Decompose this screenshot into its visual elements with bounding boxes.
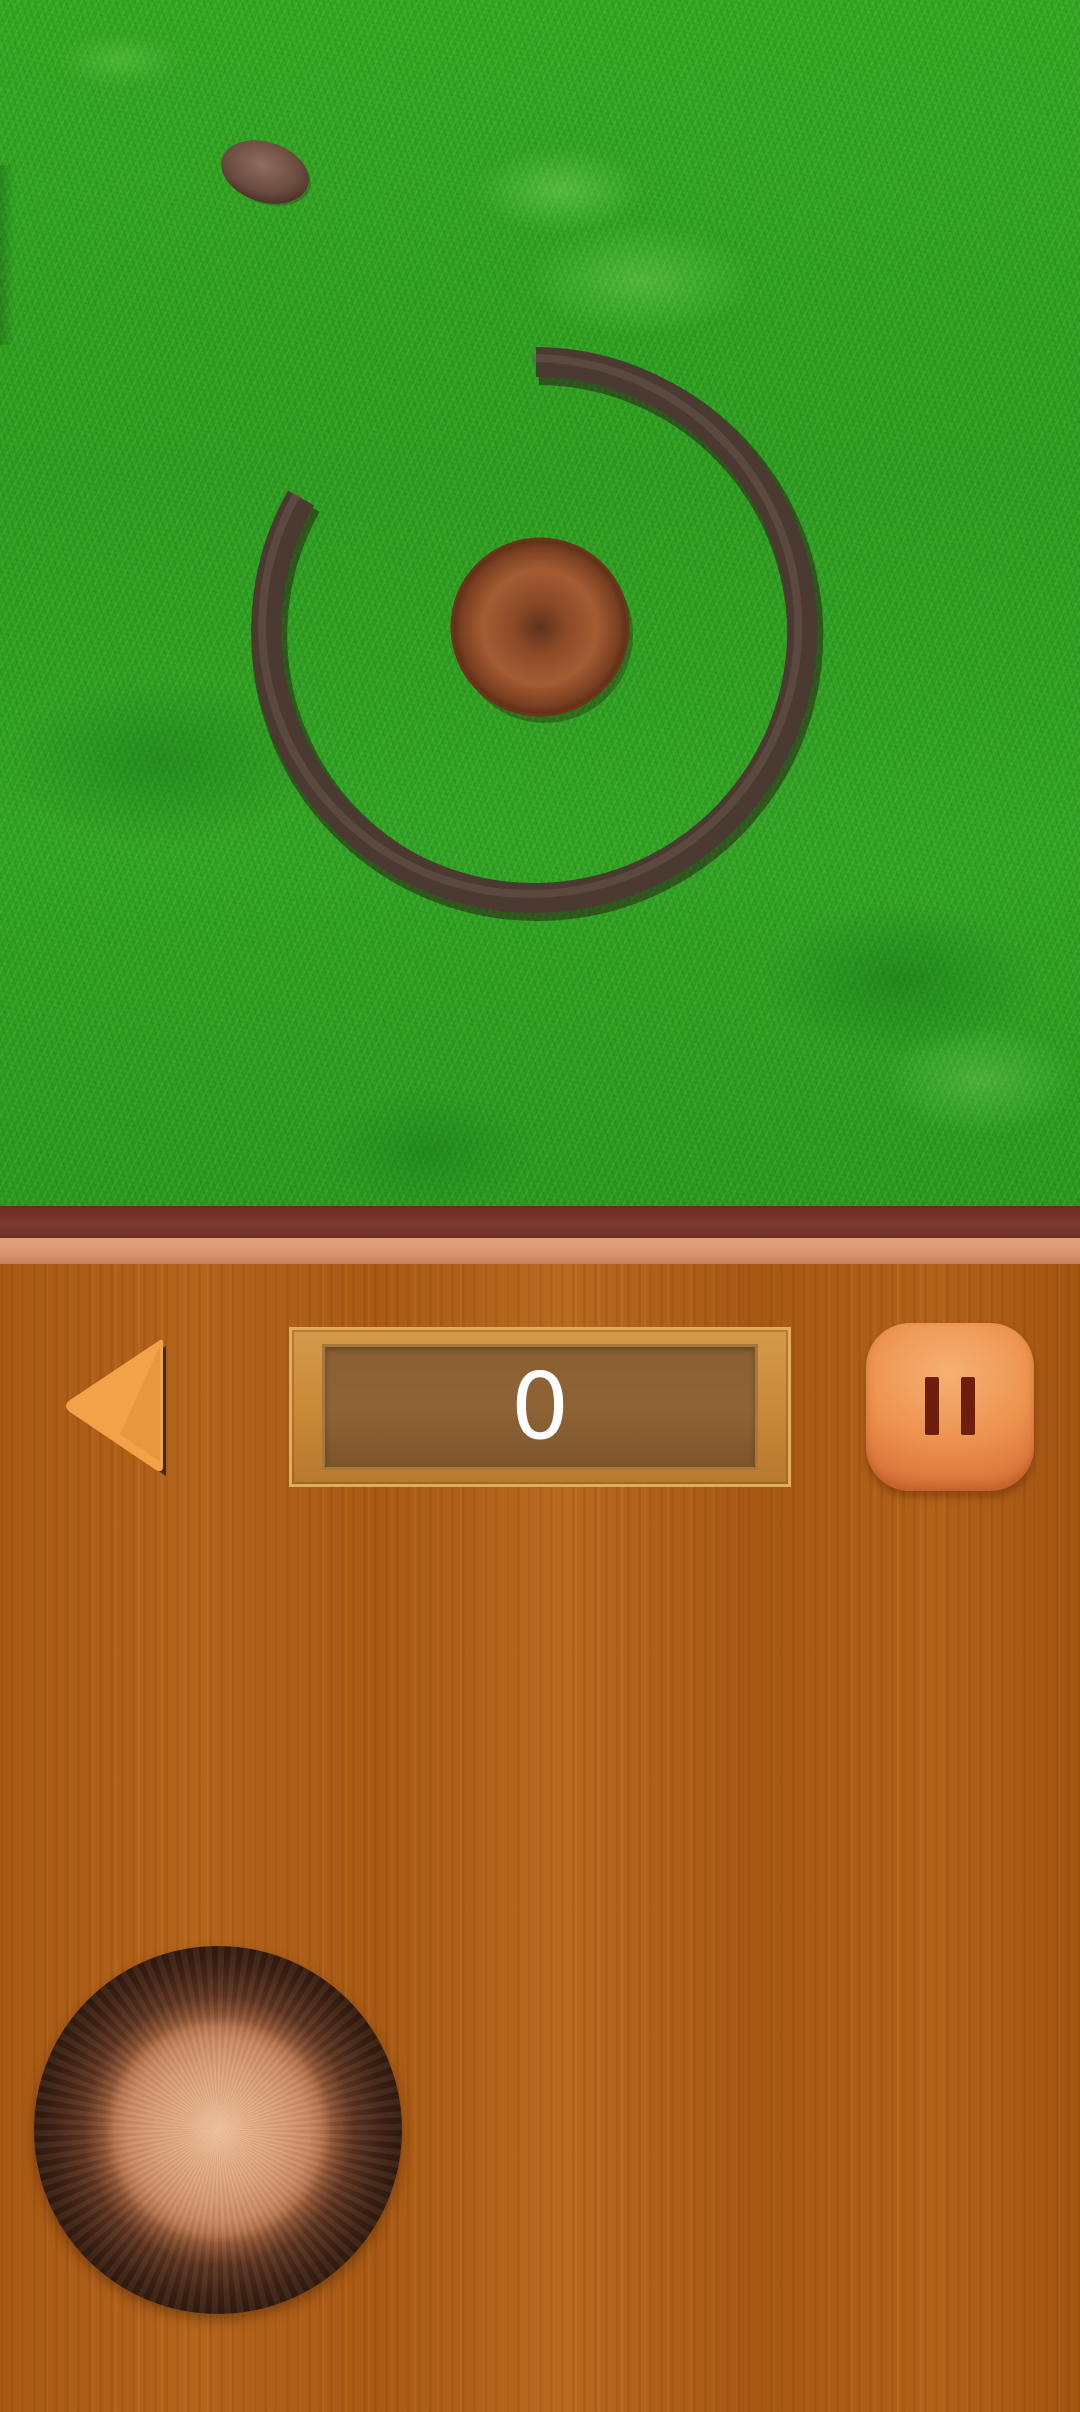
score-value: 0 (510, 1353, 570, 1460)
pause-button[interactable] (866, 1323, 1034, 1491)
panel-top-rail (0, 1206, 1080, 1238)
stone-obstacle (221, 140, 311, 206)
back-button[interactable] (60, 1332, 170, 1482)
panel-top-trim (0, 1238, 1080, 1264)
play-field-svg (221, 140, 824, 921)
triangle-left-icon (66, 1339, 166, 1476)
score-frame: 0 (289, 1327, 791, 1487)
score-panel: 0 (322, 1344, 758, 1470)
pause-bar-left (925, 1377, 939, 1435)
grass-play-field (0, 0, 1080, 1206)
ball (450, 537, 633, 723)
game-screen: 0 (0, 0, 1080, 2412)
pause-bar-right (961, 1377, 975, 1435)
joystick-texture (34, 1946, 402, 2314)
joystick-knob[interactable] (34, 1946, 402, 2314)
